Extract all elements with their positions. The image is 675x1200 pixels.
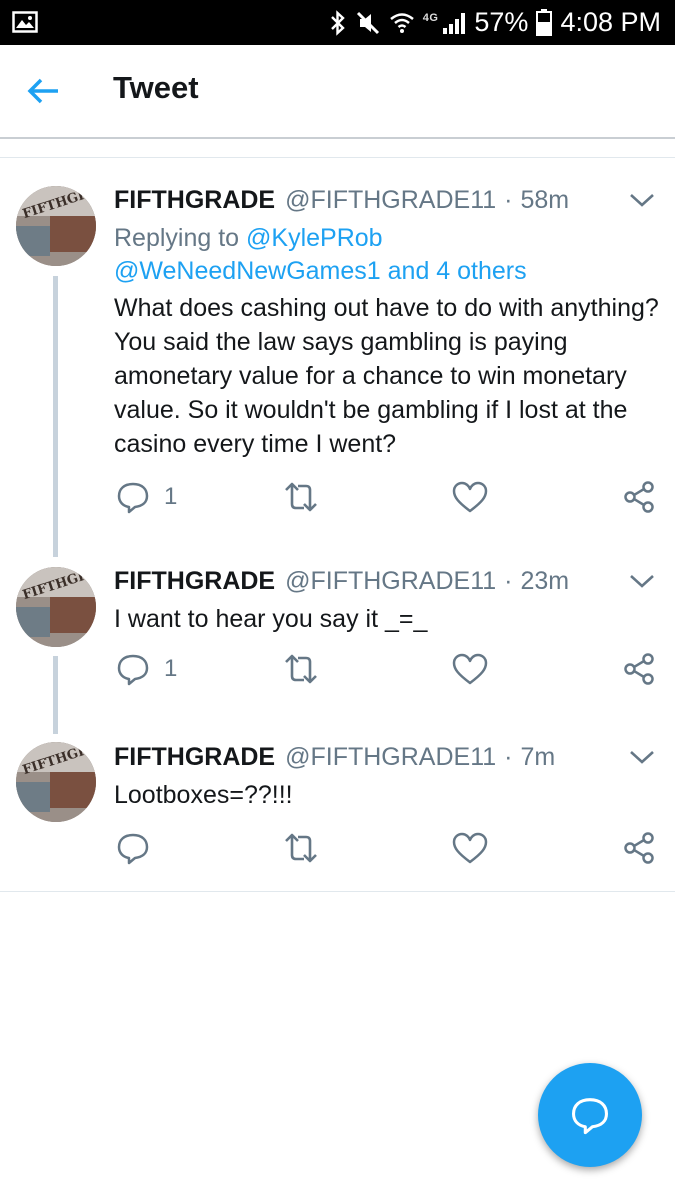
tweet-text: I want to hear you say it _=_ — [114, 605, 428, 633]
gallery-notification-icon — [12, 11, 38, 33]
thread-end-divider — [0, 891, 675, 892]
clock: 4:08 PM — [560, 7, 661, 37]
compose-reply-button[interactable] — [538, 1063, 642, 1167]
network-type: 4G — [422, 11, 439, 24]
timestamp: 23m — [520, 566, 570, 595]
display-name[interactable]: FIFTHGRADE — [114, 186, 275, 215]
avatar-image: FIFTHGR — [16, 567, 96, 647]
share-icon — [624, 653, 654, 685]
battery-icon — [536, 9, 553, 36]
retweet-button[interactable] — [282, 477, 320, 517]
heart-icon — [452, 832, 488, 864]
tweet-actions — [114, 828, 664, 868]
avatar[interactable]: FIFTHGR — [16, 567, 96, 647]
tweet-header: FIFTHGRADE @FIFTHGRADE11 · 23m — [114, 563, 569, 599]
share-icon — [624, 481, 654, 513]
reply-count: 1 — [164, 483, 178, 510]
app-header: Tweet — [0, 45, 675, 139]
like-button[interactable] — [452, 828, 488, 868]
display-name[interactable]: FIFTHGRADE — [114, 567, 275, 596]
heart-icon — [452, 653, 488, 685]
thread-line — [53, 656, 58, 734]
reply-count: 1 — [164, 655, 178, 682]
page-title: Tweet — [113, 70, 199, 105]
tweet-actions: 1 — [114, 477, 664, 517]
share-icon — [624, 832, 654, 864]
retweet-button[interactable] — [282, 649, 320, 689]
chevron-down-icon[interactable] — [628, 571, 656, 591]
separator-dot: · — [504, 742, 513, 771]
share-button[interactable] — [622, 828, 656, 868]
separator-dot: · — [504, 185, 513, 214]
reply-button[interactable]: 1 — [116, 477, 177, 517]
tweet-header: FIFTHGRADE @FIFTHGRADE11 · 7m — [114, 739, 555, 775]
user-handle[interactable]: @FIFTHGRADE11 — [285, 567, 496, 596]
reply-button[interactable]: 1 — [116, 649, 177, 689]
wifi-icon — [389, 12, 414, 33]
retweet-icon — [285, 833, 317, 863]
retweet-icon — [285, 482, 317, 512]
share-button[interactable] — [622, 649, 656, 689]
chevron-down-icon[interactable] — [628, 747, 656, 767]
avatar-image: FIFTHGR — [16, 186, 96, 266]
retweet-icon — [285, 654, 317, 684]
reply-icon — [117, 833, 149, 865]
compose-reply-icon — [572, 1098, 608, 1135]
heart-icon — [452, 481, 488, 513]
user-handle[interactable]: @FIFTHGRADE11 — [285, 743, 496, 772]
tweet-header: FIFTHGRADE @FIFTHGRADE11 · 58m — [114, 182, 569, 218]
reply-mention-link[interactable]: @WeNeedNewGames1 and 4 others — [114, 257, 527, 285]
reply-icon — [117, 482, 149, 514]
user-handle[interactable]: @FIFTHGRADE11 — [285, 186, 496, 215]
signal-icon — [443, 12, 466, 34]
like-button[interactable] — [452, 649, 488, 689]
header-spacer — [0, 139, 675, 158]
reply-icon — [117, 654, 149, 686]
tweet-text: Lootboxes=??!!! — [114, 781, 293, 809]
replying-to-label: Replying to — [114, 224, 240, 252]
status-bar: 4G 57% 4:08 PM — [0, 0, 675, 45]
reply-button[interactable] — [116, 828, 150, 868]
mute-icon — [356, 11, 379, 34]
share-button[interactable] — [622, 477, 656, 517]
tweet-actions: 1 — [114, 649, 664, 689]
avatar-image: FIFTHGR — [16, 742, 96, 822]
like-button[interactable] — [452, 477, 488, 517]
separator-dot: · — [504, 566, 513, 595]
timestamp: 7m — [520, 742, 556, 771]
chevron-down-icon[interactable] — [628, 190, 656, 210]
display-name[interactable]: FIFTHGRADE — [114, 743, 275, 772]
reply-mention-link[interactable]: @KylePRob — [246, 224, 383, 252]
timestamp: 58m — [520, 185, 570, 214]
thread-line — [53, 276, 58, 557]
avatar[interactable]: FIFTHGR — [16, 742, 96, 822]
arrow-left-icon[interactable] — [24, 73, 64, 109]
reply-context: Replying to @KylePRob @WeNeedNewGames1 a… — [114, 222, 527, 288]
retweet-button[interactable] — [282, 828, 320, 868]
tweet-text: What does cashing out have to do with an… — [114, 294, 659, 458]
avatar[interactable]: FIFTHGR — [16, 186, 96, 266]
bluetooth-icon — [330, 9, 345, 36]
battery-level: 57% — [474, 7, 529, 37]
